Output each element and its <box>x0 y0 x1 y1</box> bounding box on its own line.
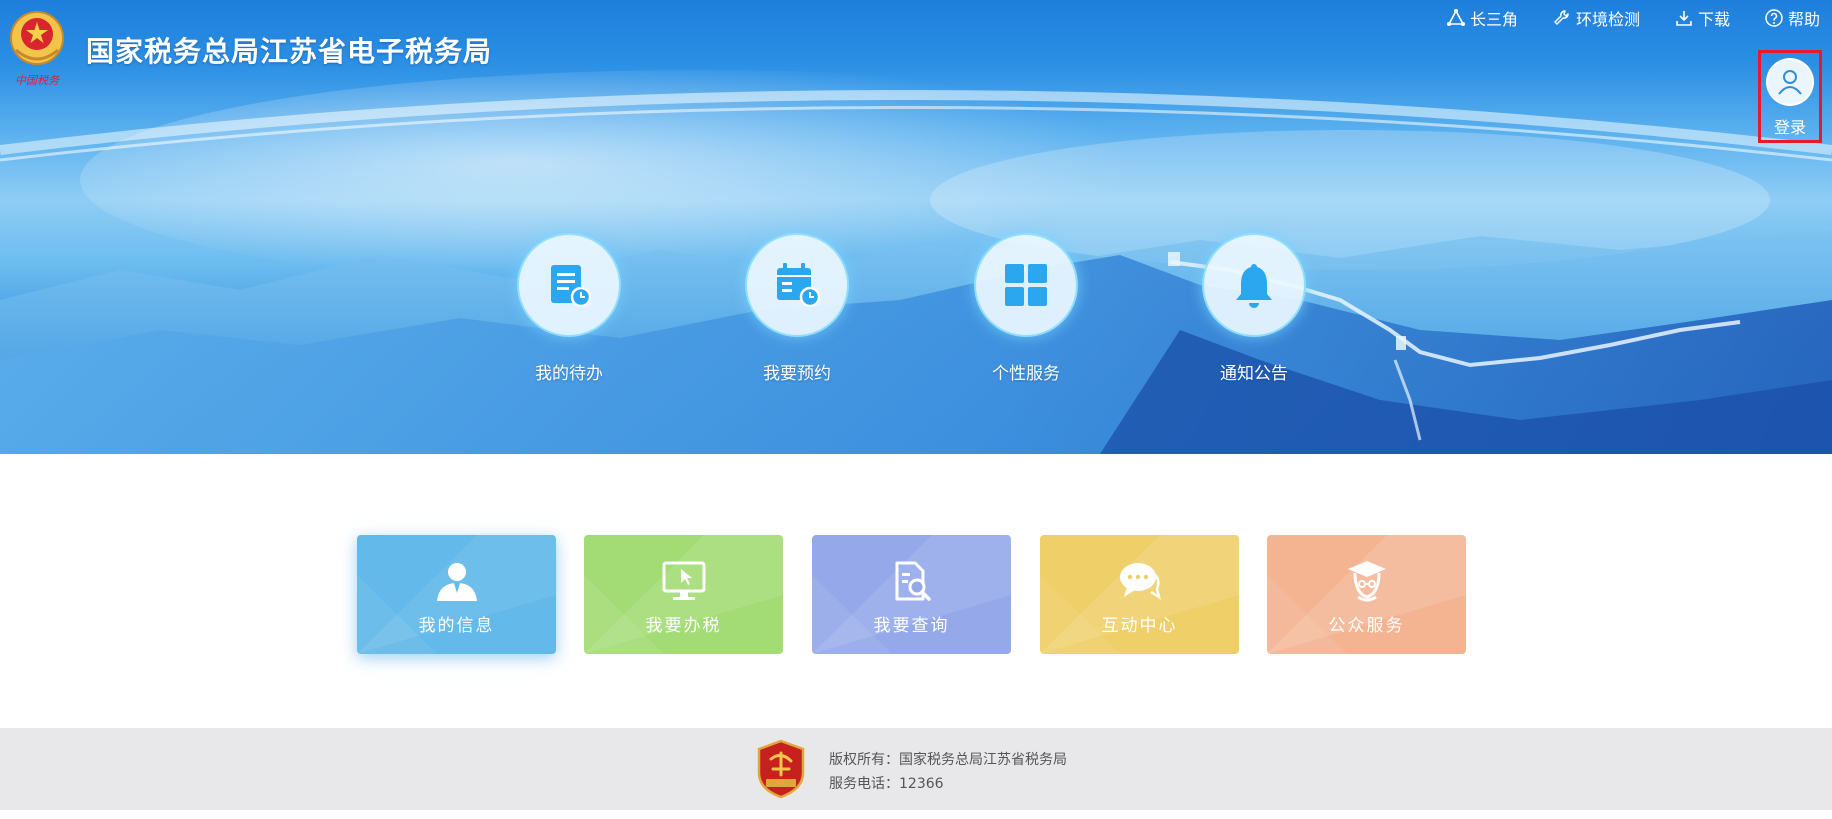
tile-label: 公众服务 <box>1328 616 1405 636</box>
site-title: 国家税务总局江苏省电子税务局 <box>86 35 493 68</box>
party-badge-icon <box>757 739 805 799</box>
tile-label: 我要查询 <box>873 616 950 636</box>
topnav-label: 下载 <box>1697 10 1730 29</box>
topnav-label: 帮助 <box>1787 10 1820 29</box>
top-navigation: 长三角 环境检测 下载 帮助 <box>1412 6 1820 30</box>
topnav-help[interactable]: 帮助 <box>1764 6 1820 30</box>
login-button[interactable]: 登录 <box>1758 50 1822 143</box>
tile-label: 我要办税 <box>645 616 722 636</box>
tile-tax-handling[interactable]: 我要办税 <box>584 535 783 654</box>
quick-link-icon-circle <box>974 233 1078 337</box>
quick-link-label: 通知公告 <box>1220 364 1288 384</box>
footer-info: 版权所有：国家税务总局江苏省税务局 服务电话：12366 <box>829 748 1067 796</box>
wrench-icon <box>1554 10 1569 25</box>
topnav-environment-check[interactable]: 环境检测 <box>1552 6 1640 30</box>
tile-interaction-center[interactable]: 互动中心 <box>1040 535 1239 654</box>
quick-link-label: 我要预约 <box>763 364 831 384</box>
tile-query[interactable]: 我要查询 <box>812 535 1011 654</box>
tile-my-info[interactable]: 我的信息 <box>357 535 556 654</box>
national-emblem-logo-icon: 中国税务 <box>10 11 64 87</box>
todo-document-icon <box>551 265 592 308</box>
quick-link-announcements[interactable]: 通知公告 <box>1179 233 1329 384</box>
quick-link-appointment[interactable]: 我要预约 <box>722 233 872 384</box>
user-avatar-icon <box>1766 58 1814 106</box>
quick-link-my-todo[interactable]: 我的待办 <box>494 233 644 384</box>
quick-link-icon-circle <box>1202 233 1306 337</box>
help-circle-icon <box>1765 9 1783 27</box>
quick-link-icon-circle <box>517 233 621 337</box>
user-icon <box>436 563 477 601</box>
hero-banner: 中国税务 国家税务总局江苏省电子税务局 长三角 环境检测 下载 帮助 登录 我的… <box>0 0 1832 454</box>
chat-bubble-icon <box>1119 563 1161 600</box>
footer-phone: 服务电话：12366 <box>829 776 944 792</box>
topnav-download[interactable]: 下载 <box>1674 6 1730 30</box>
bell-icon <box>1236 264 1272 308</box>
footer: 版权所有：国家税务总局江苏省税务局 服务电话：12366 <box>0 728 1832 810</box>
quick-link-label: 个性服务 <box>992 364 1060 384</box>
triangle-network-icon <box>1446 9 1465 26</box>
document-search-icon <box>895 561 931 601</box>
graduate-icon <box>1347 561 1386 602</box>
quick-link-personal-service[interactable]: 个性服务 <box>951 233 1101 384</box>
tile-label: 我的信息 <box>418 616 495 636</box>
grid-apps-icon <box>1005 264 1047 306</box>
topnav-yangtze-delta[interactable]: 长三角 <box>1446 6 1518 30</box>
monitor-cursor-icon <box>662 561 705 600</box>
download-icon <box>1676 11 1692 26</box>
svg-text:中国税务: 中国税务 <box>15 74 60 87</box>
quick-link-label: 我的待办 <box>535 364 603 384</box>
footer-copyright: 版权所有：国家税务总局江苏省税务局 <box>829 752 1067 768</box>
tile-public-service[interactable]: 公众服务 <box>1267 535 1466 654</box>
quick-link-icon-circle <box>745 233 849 337</box>
topnav-label: 长三角 <box>1469 10 1518 29</box>
tile-label: 互动中心 <box>1101 616 1178 636</box>
calendar-clock-icon <box>777 263 821 308</box>
topnav-label: 环境检测 <box>1575 10 1640 29</box>
login-label: 登录 <box>1773 118 1806 137</box>
